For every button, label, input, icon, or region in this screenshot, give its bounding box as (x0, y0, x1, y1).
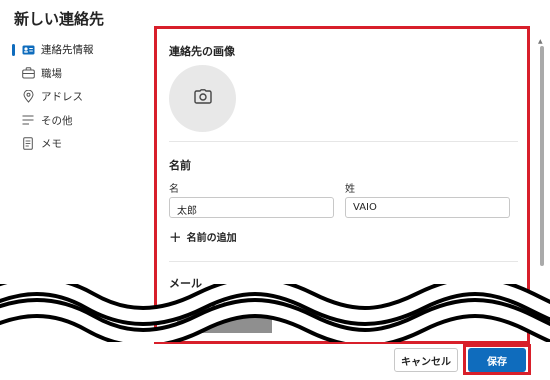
note-icon (21, 137, 35, 151)
save-button[interactable]: 保存 (468, 348, 526, 372)
sidebar-item-memo[interactable]: メモ (0, 132, 150, 156)
first-name-input[interactable]: 太郎 (169, 197, 334, 218)
sidebar-item-contact-info[interactable]: 連絡先情報 (0, 38, 150, 62)
section-divider (169, 141, 518, 142)
dialog-title: 新しい連絡先 (14, 10, 105, 28)
sidebar-item-address[interactable]: アドレス (0, 85, 150, 109)
camera-icon (193, 89, 212, 108)
sidebar: 連絡先情報 職場 アドレス その他 メモ (0, 38, 150, 156)
add-name-button[interactable]: + 名前の追加 (169, 229, 237, 244)
cancel-button[interactable]: キャンセル (394, 348, 458, 372)
add-name-label: 名前の追加 (186, 233, 237, 244)
scroll-up-arrow[interactable]: ▲ (538, 38, 543, 45)
active-indicator (12, 44, 15, 56)
location-pin-icon (21, 90, 35, 104)
sidebar-item-other[interactable]: その他 (0, 109, 150, 133)
lines-icon (21, 113, 35, 127)
sidebar-item-label: その他 (41, 114, 73, 127)
sidebar-item-label: アドレス (41, 91, 83, 104)
sidebar-item-label: 職場 (41, 67, 62, 80)
last-name-input[interactable]: VAIO (345, 197, 510, 218)
plus-icon: + (169, 227, 182, 246)
sidebar-item-label: 連絡先情報 (41, 44, 94, 57)
sidebar-item-workplace[interactable]: 職場 (0, 62, 150, 86)
photo-section-title: 連絡先の画像 (169, 45, 235, 58)
briefcase-icon (21, 66, 35, 80)
contact-card-icon (21, 43, 35, 57)
sidebar-item-label: メモ (41, 138, 62, 151)
contact-photo-button[interactable] (169, 65, 236, 132)
first-name-label: 名 (169, 184, 179, 195)
section-divider (169, 261, 518, 262)
name-section-title: 名前 (169, 159, 191, 172)
wavy-break-separator (0, 284, 550, 342)
scrollbar-thumb[interactable] (540, 46, 544, 266)
last-name-label: 姓 (345, 184, 355, 195)
